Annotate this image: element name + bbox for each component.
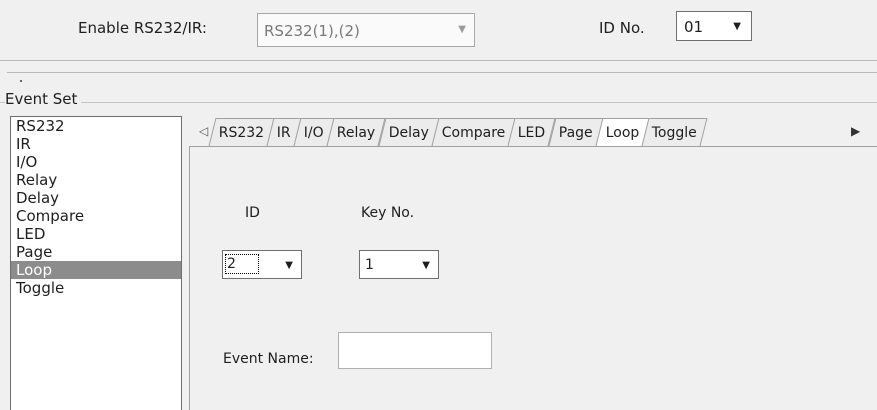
list-item-io[interactable]: I/O: [11, 153, 181, 171]
list-item-relay[interactable]: Relay: [11, 171, 181, 189]
id-no-label: ID No.: [599, 19, 645, 37]
event-name-input[interactable]: [338, 332, 492, 369]
enable-rs232-ir-select[interactable]: RS232(1),(2) ▼: [257, 13, 475, 47]
top-separator: [0, 60, 877, 61]
id-no-select[interactable]: 01 ▼: [676, 11, 752, 41]
tab-label: Loop: [605, 125, 639, 141]
tab-label: Relay: [336, 125, 376, 141]
list-item-delay[interactable]: Delay: [11, 189, 181, 207]
tab-label: Compare: [441, 125, 505, 141]
list-item-rs232[interactable]: RS232: [11, 117, 181, 135]
tab-rs232[interactable]: RS232: [208, 118, 275, 146]
tab-underline: [189, 146, 877, 147]
tab-label: I/O: [303, 125, 324, 141]
list-item-ir[interactable]: IR: [11, 135, 181, 153]
tab-delay[interactable]: Delay: [378, 118, 440, 146]
key-no-label: Key No.: [361, 205, 415, 221]
scroll-right-icon[interactable]: ▶: [851, 124, 860, 138]
chevron-down-icon: ▼: [422, 260, 430, 271]
list-item-page[interactable]: Page: [11, 243, 181, 261]
key-no-select[interactable]: 1 ▼: [359, 250, 439, 279]
event-name-label: Event Name:: [223, 351, 314, 367]
event-set-title: Event Set: [5, 90, 82, 108]
id-no-value: 01: [684, 18, 704, 36]
tab-compare[interactable]: Compare: [431, 118, 516, 146]
tab-label: Toggle: [651, 125, 697, 141]
tab-label: LED: [517, 125, 546, 141]
event-type-list[interactable]: RS232 IR I/O Relay Delay Compare LED Pag…: [10, 116, 182, 410]
tab-toggle[interactable]: Toggle: [641, 118, 708, 146]
enable-rs232-ir-value: RS232(1),(2): [264, 22, 360, 40]
loop-id-select[interactable]: 2 ▼: [222, 250, 302, 279]
scroll-left-icon[interactable]: ◁: [199, 124, 208, 138]
tab-label: IR: [277, 125, 291, 141]
tab-label: RS232: [218, 125, 265, 141]
list-item-led[interactable]: LED: [11, 225, 181, 243]
key-no-value: 1: [365, 257, 374, 273]
tab-pane-border: [189, 147, 190, 410]
tab-page[interactable]: Page: [548, 118, 604, 146]
divider-dot: [20, 80, 22, 82]
chevron-down-icon: ▼: [458, 24, 466, 35]
loop-id-label: ID: [245, 205, 260, 221]
chevron-down-icon: ▼: [285, 260, 293, 271]
chevron-down-icon: ▼: [733, 21, 741, 32]
tab-label: Page: [558, 125, 593, 141]
tab-relay[interactable]: Relay: [326, 118, 387, 146]
divider: [7, 72, 877, 73]
event-set-group-border: [0, 102, 877, 103]
list-item-loop[interactable]: Loop: [11, 261, 181, 279]
tab-label: Delay: [388, 125, 429, 141]
enable-rs232-ir-label: Enable RS232/IR:: [78, 19, 207, 37]
tab-strip: RS232 IR I/O Relay Delay Compare LED Pag…: [208, 118, 708, 147]
loop-id-value: 2: [225, 254, 259, 274]
list-item-toggle[interactable]: Toggle: [11, 279, 181, 297]
list-item-compare[interactable]: Compare: [11, 207, 181, 225]
